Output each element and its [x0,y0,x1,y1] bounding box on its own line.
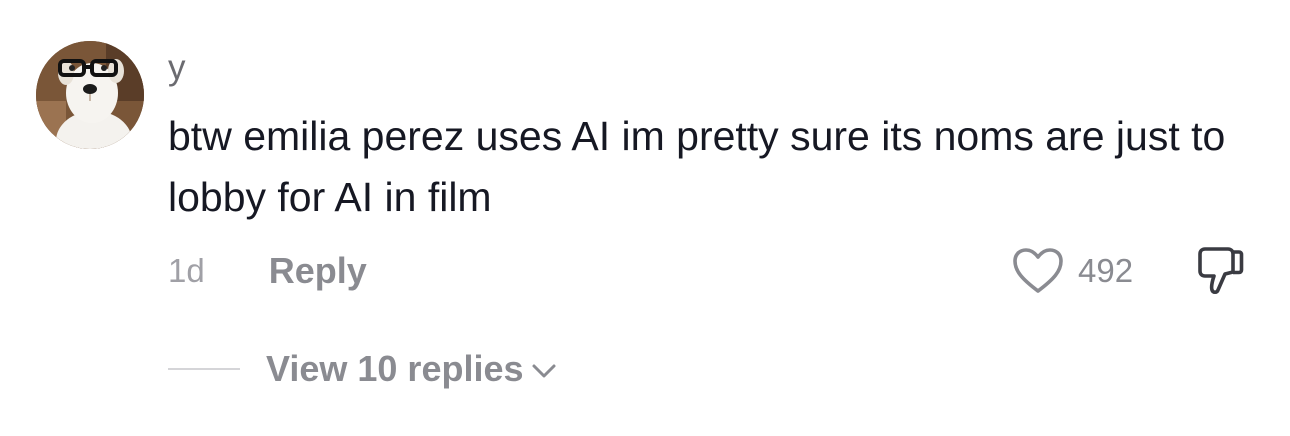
thumbs-down-icon [1198,247,1244,295]
avatar[interactable] [36,41,144,149]
like-count: 492 [1078,252,1134,289]
dislike-button[interactable] [1192,244,1246,298]
comment-item: y btw emilia perez uses AI im pretty sur… [0,0,1290,436]
chevron-down-icon [532,364,556,378]
view-replies-row: View 10 replies [168,344,558,394]
replies-divider [168,368,240,370]
username[interactable]: y [168,44,186,92]
heart-icon [1013,248,1063,293]
dog-avatar-icon [36,41,144,149]
reply-button[interactable]: Reply [269,250,367,292]
timestamp: 1d [168,252,205,289]
view-replies-button[interactable]: View 10 replies [266,348,558,390]
like-button[interactable]: 492 [1012,244,1133,298]
comment-text: btw emilia perez uses AI im pretty sure … [168,113,1226,220]
view-replies-label: View 10 replies [266,348,524,389]
comment-meta-row: 1d Reply [168,246,367,296]
